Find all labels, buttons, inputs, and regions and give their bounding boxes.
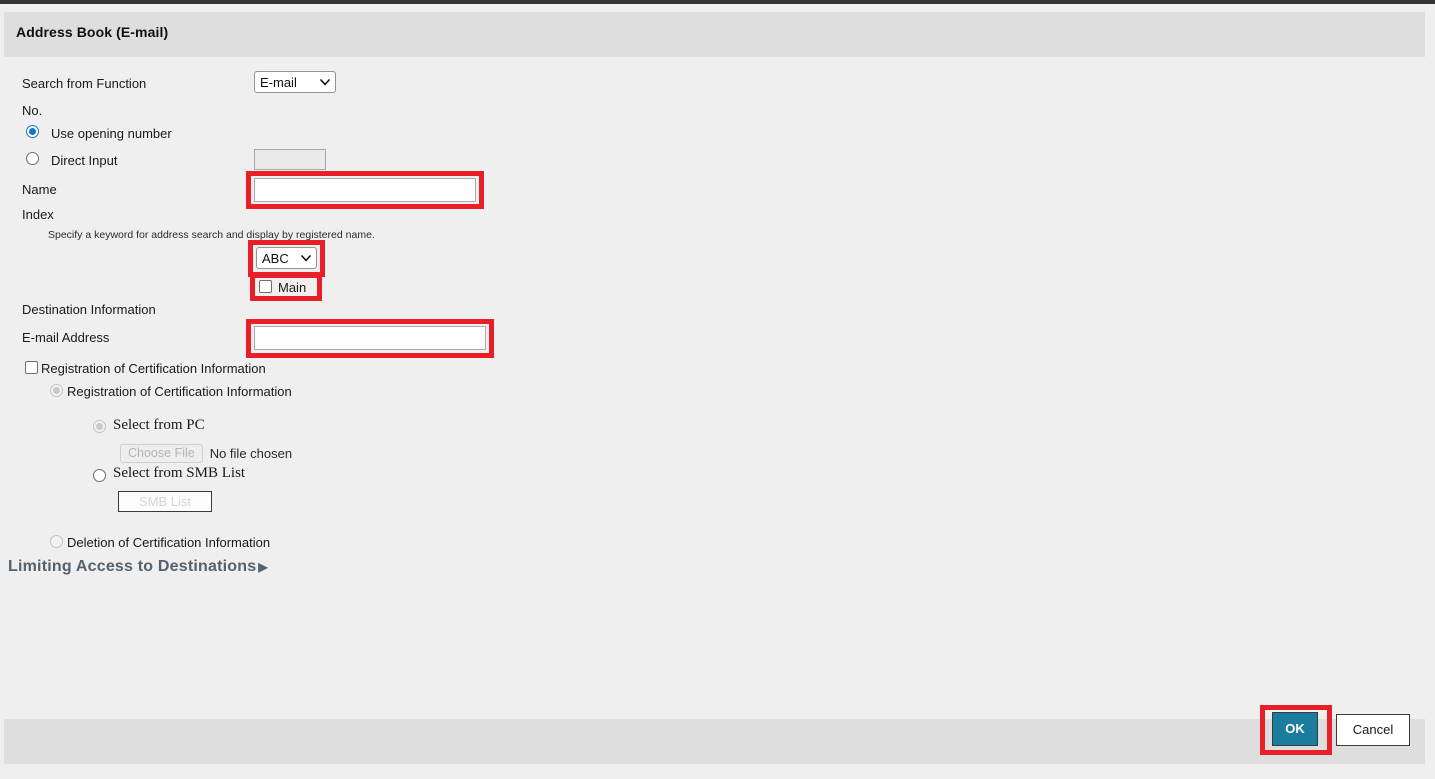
index-label: Index xyxy=(22,207,54,222)
choose-file-button[interactable]: Choose File xyxy=(120,444,203,463)
name-label: Name xyxy=(22,182,57,197)
select-from-smb-list-label: Select from SMB List xyxy=(113,465,246,481)
chevron-down-icon xyxy=(320,77,330,86)
destination-information-label: Destination Information xyxy=(22,302,156,317)
radio-direct-input[interactable] xyxy=(26,152,39,165)
checkbox-main[interactable] xyxy=(259,280,272,293)
email-address-input[interactable] xyxy=(254,326,486,350)
search-from-function-select[interactable]: E-mail xyxy=(254,71,336,93)
email-address-label: E-mail Address xyxy=(22,330,110,345)
ok-button[interactable]: OK xyxy=(1272,712,1318,746)
caret-right-icon: ▶ xyxy=(258,560,268,574)
no-label: No. xyxy=(22,103,43,118)
radio-select-from-smb-list[interactable] xyxy=(93,469,106,482)
search-from-function-label: Search from Function xyxy=(22,76,147,91)
search-from-function-value: E-mail xyxy=(260,74,297,90)
use-opening-number-label: Use opening number xyxy=(51,126,172,141)
index-select[interactable]: ABC xyxy=(256,247,317,269)
registration-of-certification-information-label: Registration of Certification Informatio… xyxy=(41,361,266,376)
checkbox-registration-of-certification-information[interactable] xyxy=(25,361,38,374)
radio-registration-of-certification-information[interactable] xyxy=(50,384,63,397)
window-top-border xyxy=(0,0,1435,4)
index-helper-text: Specify a keyword for address search and… xyxy=(48,229,375,241)
name-input[interactable] xyxy=(254,178,476,202)
direct-input-label: Direct Input xyxy=(51,153,118,168)
direct-input-number-field[interactable] xyxy=(254,149,326,170)
chevron-down-icon xyxy=(301,253,311,262)
limiting-access-label: Limiting Access to Destinations xyxy=(8,558,257,575)
radio-deletion-of-certification-information[interactable] xyxy=(50,535,63,548)
smb-list-button[interactable]: SMB List xyxy=(118,491,212,512)
radio-select-from-pc[interactable] xyxy=(93,420,106,433)
deletion-of-certification-information-label: Deletion of Certification Information xyxy=(67,535,271,550)
dialog-titlebar: Address Book (E-mail) xyxy=(4,12,1425,57)
limiting-access-to-destinations-expander[interactable]: Limiting Access to Destinations ▶ xyxy=(8,558,268,576)
select-from-pc-label: Select from PC xyxy=(113,417,205,433)
main-label: Main xyxy=(278,280,307,295)
index-select-value: ABC xyxy=(262,250,289,266)
cancel-button[interactable]: Cancel xyxy=(1336,714,1410,746)
choose-file-control[interactable]: Choose File No file chosen xyxy=(120,444,292,463)
dialog-body: Search from Function E-mail No. Use open… xyxy=(0,57,1435,719)
chosen-file-name: No file chosen xyxy=(209,446,293,461)
dialog-footer xyxy=(4,719,1425,764)
registration-of-certification-information-radio-label: Registration of Certification Informatio… xyxy=(67,384,292,399)
radio-use-opening-number[interactable] xyxy=(26,125,39,138)
page-title: Address Book (E-mail) xyxy=(16,24,169,40)
